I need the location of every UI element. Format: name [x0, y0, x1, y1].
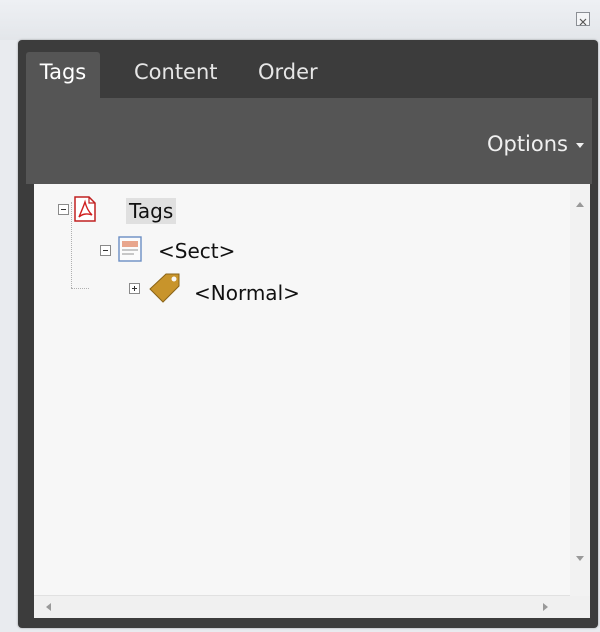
tab-tags[interactable]: Tags — [26, 52, 100, 98]
tree-node-normal-label[interactable]: <Normal> — [194, 280, 300, 306]
expand-icon[interactable] — [129, 283, 140, 294]
tree-node-tags-label[interactable]: Tags — [126, 198, 177, 224]
tree-connector — [71, 288, 89, 289]
pdf-document-icon — [74, 196, 96, 226]
scroll-up-icon[interactable] — [576, 202, 584, 207]
options-bar: Options — [26, 98, 592, 184]
tags-panel: Tags Content Order Options Tags <Sect> <… — [18, 40, 598, 628]
tags-tree[interactable]: Tags <Sect> <Normal> — [34, 184, 590, 618]
close-icon[interactable] — [576, 12, 590, 26]
collapse-icon[interactable] — [58, 204, 69, 215]
vertical-scrollbar[interactable] — [570, 184, 590, 596]
panel-title-bar — [0, 0, 600, 40]
tree-connector — [71, 202, 72, 288]
scroll-down-icon[interactable] — [576, 556, 584, 561]
options-button[interactable]: Options — [487, 132, 584, 156]
section-icon — [118, 236, 142, 266]
tag-icon — [148, 272, 182, 308]
tree-node-sect-label[interactable]: <Sect> — [158, 238, 235, 264]
dropdown-caret-icon — [576, 142, 584, 148]
scroll-right-icon[interactable] — [543, 603, 548, 611]
horizontal-scrollbar[interactable] — [34, 595, 570, 618]
scroll-left-icon[interactable] — [46, 603, 51, 611]
tab-content[interactable]: Content — [134, 52, 218, 98]
collapse-icon[interactable] — [100, 245, 111, 256]
options-label: Options — [486, 132, 568, 156]
tab-order[interactable]: Order — [258, 52, 318, 98]
scrollbar-corner — [570, 596, 590, 618]
